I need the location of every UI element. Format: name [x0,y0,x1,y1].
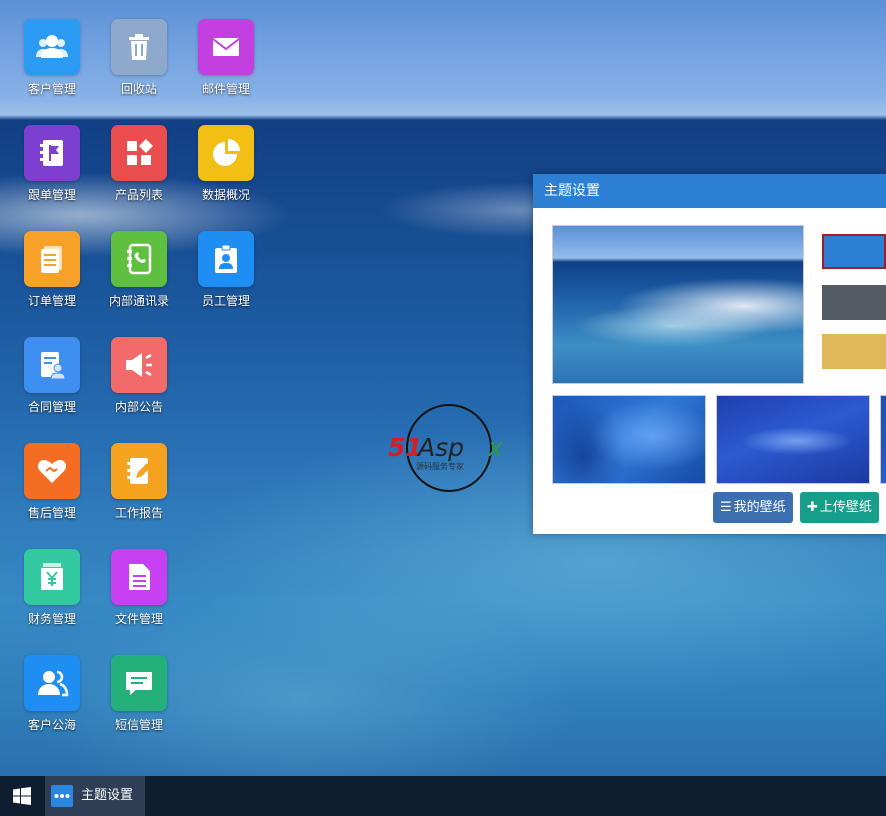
svg-text:Asp: Asp [416,433,464,462]
phone-book-icon [111,231,167,287]
desktop-icon-sms-management[interactable]: 短信管理 [99,655,179,745]
desktop-icon-label: 文件管理 [114,612,163,626]
handshake-heart-icon [24,443,80,499]
wallpaper-thumbnail-3[interactable] [880,395,886,484]
dots-icon [51,785,73,807]
finance-yen-icon [24,549,80,605]
trash-icon [111,19,167,75]
list-icon: ☰ [720,500,732,515]
desktop-icon-label: 回收站 [120,82,157,96]
desktop-icon-directory[interactable]: 内部通讯录 [99,231,179,321]
my-wallpaper-label: 我的壁纸 [733,500,786,515]
notebook-flag-icon [24,125,80,181]
desktop-icon-label: 合同管理 [27,400,76,414]
desktop-icon-mail-management[interactable]: 邮件管理 [186,19,266,109]
desktop-icon-label: 客户管理 [27,82,76,96]
theme-color-gold-swatch[interactable] [822,334,886,369]
desktop-icon-customer-pool[interactable]: 客户公海 [12,655,92,745]
desktop-icon-label: 内部通讯录 [108,294,169,308]
message-icon [111,655,167,711]
wallpaper-preview [552,225,804,384]
plus-icon: ✚ [807,500,818,515]
desktop-icon-file-management[interactable]: 文件管理 [99,549,179,639]
contract-icon [24,337,80,393]
desktop-icon-label: 售后管理 [27,506,76,520]
desktop-icon-label: 员工管理 [201,294,250,308]
my-wallpaper-button[interactable]: ☰ 我的壁纸 [713,492,793,523]
file-icon [111,549,167,605]
users-icon [24,19,80,75]
desktop: 客户管理 跟单管理 订单管理 合同管理 售后管理 财务管理 客户公海 回收站 产… [0,0,886,816]
desktop-icon-after-sales[interactable]: 售后管理 [12,443,92,533]
desktop-icon-finance[interactable]: 财务管理 [12,549,92,639]
desktop-icon-customer-management[interactable]: 客户管理 [12,19,92,109]
window-titlebar[interactable]: 主题设置 [533,174,886,208]
desktop-icon-label: 产品列表 [114,188,163,202]
id-badge-icon [198,231,254,287]
logo-sub-text: 源码服务专家 [416,461,464,471]
desktop-icon-announcement[interactable]: 内部公告 [99,337,179,427]
svg-text:x: x [487,433,503,462]
desktop-icon-label: 订单管理 [27,294,76,308]
theme-color-gray-swatch[interactable] [822,285,886,320]
desktop-icon-data-overview[interactable]: 数据概况 [186,125,266,215]
wallpaper-thumbnail-2[interactable] [716,395,870,484]
desktop-icon-label: 工作报告 [114,506,163,520]
taskbar-item-theme-settings[interactable]: 主题设置 [45,776,145,816]
upload-wallpaper-button[interactable]: ✚ 上传壁纸 [800,492,879,523]
desktop-icon-label: 客户公海 [27,718,76,732]
desktop-icon-order-management[interactable]: 订单管理 [12,231,92,321]
upload-wallpaper-label: 上传壁纸 [819,500,872,515]
51aspx-logo: 51 Asp x 源码服务专家 [388,404,503,492]
desktop-icon-label: 短信管理 [114,718,163,732]
desktop-icon-label: 数据概况 [201,188,250,202]
product-grid-icon [111,125,167,181]
desktop-icon-contract-management[interactable]: 合同管理 [12,337,92,427]
desktop-icon-product-list[interactable]: 产品列表 [99,125,179,215]
wallpaper-thumbnail-1[interactable] [552,395,706,484]
desktop-icon-recycle-bin[interactable]: 回收站 [99,19,179,109]
desktop-icon-label: 财务管理 [27,612,76,626]
megaphone-icon [111,337,167,393]
document-list-icon [24,231,80,287]
report-pen-icon [111,443,167,499]
desktop-icon-staff-management[interactable]: 员工管理 [186,231,266,321]
desktop-icon-follow-up[interactable]: 跟单管理 [12,125,92,215]
start-button[interactable] [0,776,44,816]
user-group-icon [24,655,80,711]
desktop-icon-work-report[interactable]: 工作报告 [99,443,179,533]
taskbar-item-label: 主题设置 [81,788,134,803]
desktop-icon-label: 内部公告 [114,400,163,414]
pie-chart-icon [198,125,254,181]
theme-settings-window: 主题设置 ☰ 我的壁纸 ✚ 上传壁纸 [533,174,886,534]
desktop-icon-label: 跟单管理 [27,188,76,202]
taskbar: 主题设置 [0,776,886,816]
theme-color-blue-swatch[interactable] [822,234,886,269]
desktop-icon-label: 邮件管理 [201,82,250,96]
windows-icon [13,787,31,805]
mail-icon [198,19,254,75]
